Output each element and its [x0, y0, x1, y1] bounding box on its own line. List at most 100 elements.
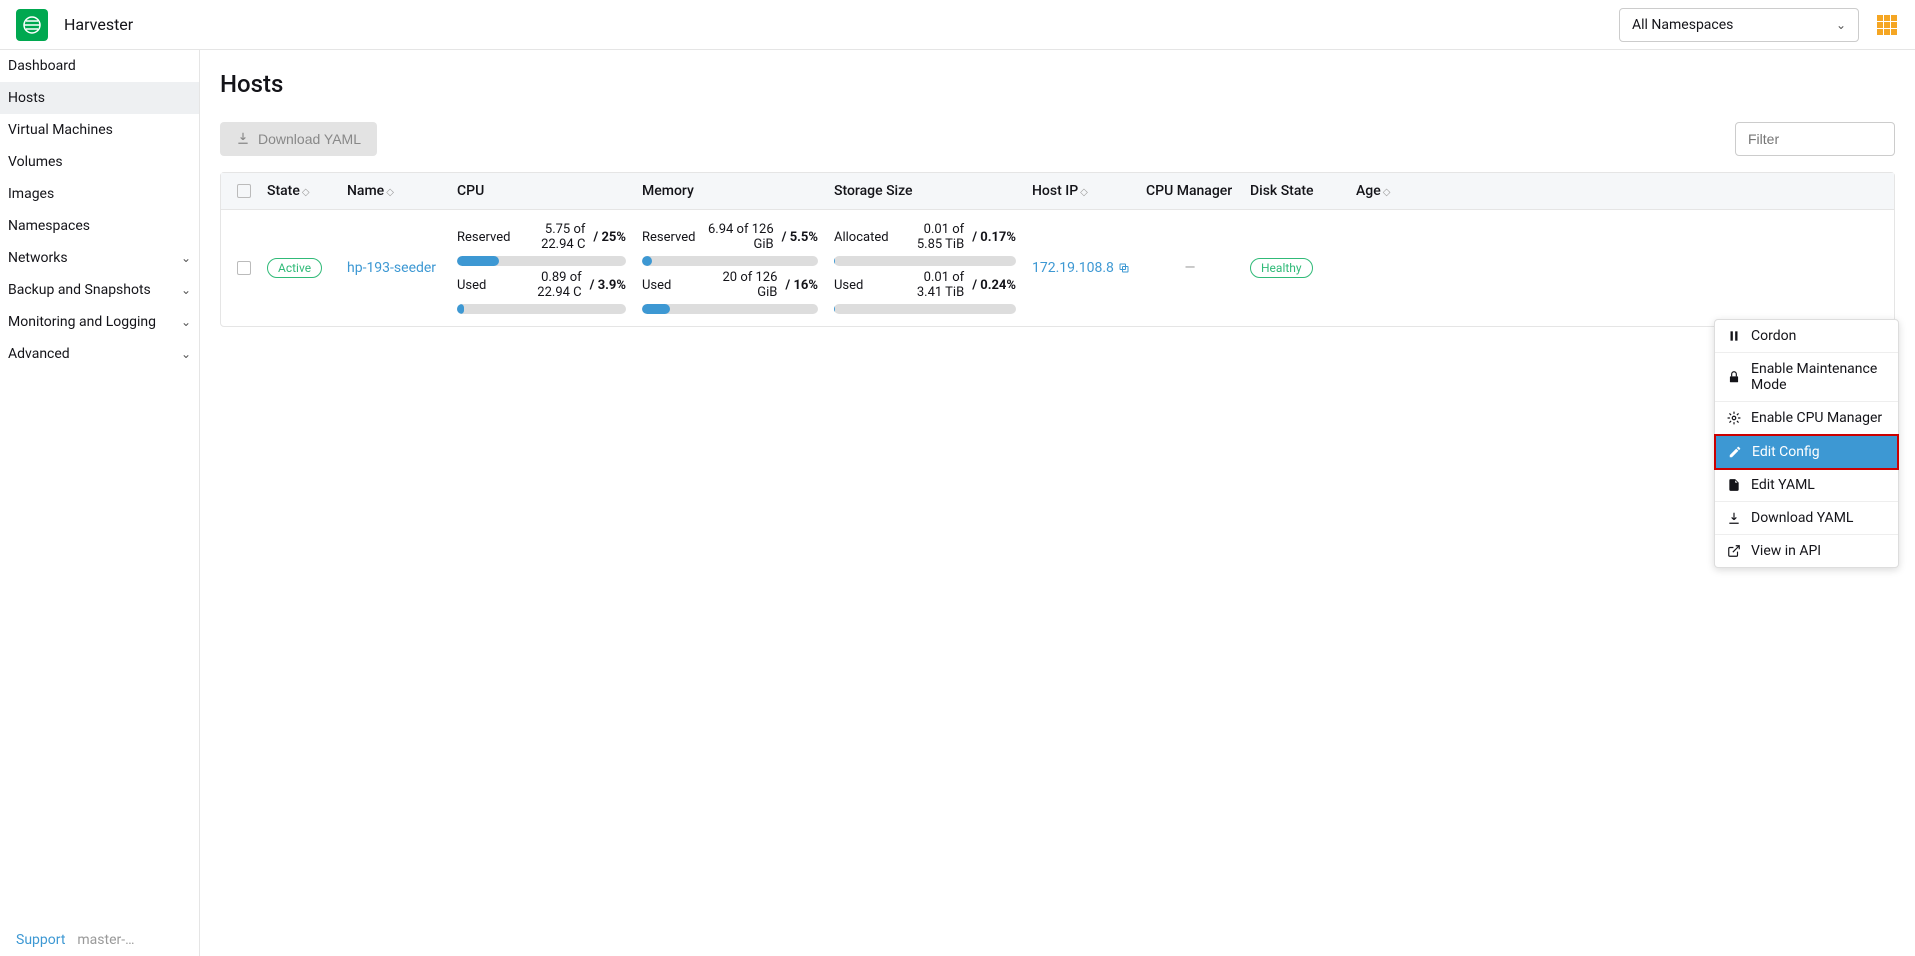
action-cordon[interactable]: Cordon [1715, 320, 1898, 353]
sidebar-item-label: Images [8, 186, 54, 202]
file-icon [1727, 478, 1741, 492]
storage-alloc-pct: / 0.17% [972, 230, 1016, 245]
sidebar-item-volumes[interactable]: Volumes [0, 146, 199, 178]
copy-icon[interactable] [1118, 262, 1130, 274]
cpu-reserved-bar [457, 256, 626, 266]
sidebar-item-label: Namespaces [8, 218, 90, 234]
nav: Dashboard Hosts Virtual Machines Volumes Ima… [0, 50, 199, 370]
state-badge: Active [267, 258, 322, 278]
mem-reserved-val: 6.94 of 126 GiB [704, 222, 778, 252]
filter-input[interactable] [1735, 122, 1895, 156]
cell-storage: Allocated 0.01 of 5.85 TiB / 0.17% Used … [826, 222, 1024, 314]
storage-alloc-bar [834, 256, 1016, 266]
sort-icon: ◇ [386, 187, 394, 198]
sidebar-item-monitoring-and-logging[interactable]: Monitoring and Logging ⌄ [0, 306, 199, 338]
pencil-icon [1728, 445, 1742, 459]
chevron-down-icon: ⌄ [181, 283, 191, 297]
action-enable-cpu-manager[interactable]: Enable CPU Manager [1715, 402, 1898, 435]
sidebar-item-virtual-machines[interactable]: Virtual Machines [0, 114, 199, 146]
logo[interactable] [16, 9, 48, 41]
action-edit-yaml[interactable]: Edit YAML [1715, 469, 1898, 502]
cell-disk-state: Healthy [1242, 258, 1348, 278]
mem-used-val: 20 of 126 GiB [704, 270, 781, 300]
pause-icon [1727, 329, 1741, 343]
th-disk-state[interactable]: Disk State [1242, 183, 1348, 199]
th-storage[interactable]: Storage Size [826, 183, 1024, 199]
cpu-used-label: Used [457, 278, 515, 293]
action-download-yaml[interactable]: Download YAML [1715, 502, 1898, 535]
sidebar-item-networks[interactable]: Networks⌄ [0, 242, 199, 274]
action-label: Edit YAML [1751, 477, 1815, 493]
app-menu-icon[interactable] [1875, 13, 1899, 37]
select-all-checkbox[interactable] [237, 184, 251, 198]
chevron-down-icon: ⌄ [181, 251, 191, 265]
row-checkbox[interactable] [237, 261, 251, 275]
action-edit-config[interactable]: Edit Config [1714, 434, 1899, 470]
toolbar: Download YAML [220, 122, 1895, 156]
sidebar-item-dashboard[interactable]: Dashboard [0, 50, 199, 82]
host-ip-link[interactable]: 172.19.108.8 [1032, 260, 1130, 276]
sidebar-item-label: Backup and Snapshots [8, 282, 151, 298]
mem-used-label: Used [642, 278, 700, 293]
cpu-used-bar [457, 304, 626, 314]
hosts-table: State◇ Name◇ CPU Memory Storage Size Hos… [220, 172, 1895, 327]
cpu-used-pct: / 3.9% [590, 278, 626, 293]
sidebar-item-namespaces[interactable]: Namespaces [0, 210, 199, 242]
sidebar-item-advanced[interactable]: Advanced⌄ [0, 338, 199, 370]
support-link[interactable]: Support [16, 932, 65, 948]
sidebar-item-label: Dashboard [8, 58, 76, 74]
mem-used-pct: / 16% [785, 278, 818, 293]
header-right: All Namespaces ⌄ [1619, 8, 1899, 42]
namespace-select[interactable]: All Namespaces ⌄ [1619, 8, 1859, 42]
sidebar-item-label: Hosts [8, 90, 45, 106]
row-action-menu: Cordon Enable Maintenance Mode Enable CPU … [1714, 319, 1899, 568]
storage-used-label: Used [834, 278, 892, 293]
action-label: Enable CPU Manager [1751, 410, 1882, 426]
sidebar-item-backup-and-snapshots[interactable]: Backup and Snapshots ⌄ [0, 274, 199, 306]
action-enable-maintenance-mode[interactable]: Enable Maintenance Mode [1715, 353, 1898, 402]
lock-icon [1727, 370, 1741, 384]
storage-used-pct: / 0.24% [972, 278, 1016, 293]
th-memory[interactable]: Memory [634, 183, 826, 199]
harvester-logo-icon [20, 15, 44, 35]
external-icon [1727, 544, 1741, 558]
header-left: Harvester [16, 9, 133, 41]
mem-reserved-pct: / 5.5% [782, 230, 818, 245]
action-view-in-api[interactable]: View in API [1715, 535, 1898, 567]
action-label: Cordon [1751, 328, 1796, 344]
sidebar-item-label: Advanced [8, 346, 70, 362]
th-cpu-manager[interactable]: CPU Manager [1138, 183, 1242, 199]
table-header: State◇ Name◇ CPU Memory Storage Size Hos… [221, 173, 1894, 210]
th-age[interactable]: Age◇ [1348, 183, 1438, 199]
sidebar-item-label: Monitoring and Logging [8, 314, 156, 330]
th-host-ip[interactable]: Host IP◇ [1024, 183, 1138, 199]
storage-alloc-val: 0.01 of 5.85 TiB [896, 222, 968, 252]
sort-icon: ◇ [1383, 187, 1391, 198]
th-cpu[interactable]: CPU [449, 183, 634, 199]
host-name-link[interactable]: hp-193-seeder [347, 260, 436, 276]
storage-alloc-label: Allocated [834, 230, 892, 245]
cell-name: hp-193-seeder [339, 260, 449, 276]
th-state[interactable]: State◇ [259, 183, 339, 199]
sidebar: Dashboard Hosts Virtual Machines Volumes Ima… [0, 50, 200, 956]
chevron-down-icon: ⌄ [1836, 18, 1846, 32]
chevron-down-icon: ⌄ [181, 315, 191, 329]
action-label: Enable Maintenance Mode [1751, 361, 1886, 393]
cell-state: Active [259, 258, 339, 278]
cpu-used-val: 0.89 of 22.94 C [519, 270, 586, 300]
cell-cpu: Reserved 5.75 of 22.94 C / 25% Used 0.89… [449, 222, 634, 314]
storage-used-bar [834, 304, 1016, 314]
brand-name: Harvester [64, 15, 133, 34]
mem-reserved-label: Reserved [642, 230, 700, 245]
sidebar-item-label: Volumes [8, 154, 63, 170]
cpu-reserved-val: 5.75 of 22.94 C [519, 222, 589, 252]
cell-host-ip: 172.19.108.8 [1024, 260, 1138, 276]
sidebar-item-images[interactable]: Images [0, 178, 199, 210]
th-name[interactable]: Name◇ [339, 183, 449, 199]
sidebar-item-hosts[interactable]: Hosts [0, 82, 199, 114]
main-content: Hosts Download YAML State◇ Name◇ CPU Mem… [200, 50, 1915, 956]
namespace-selected-label: All Namespaces [1632, 17, 1733, 33]
version-label: master-… [77, 932, 134, 948]
sidebar-item-label: Virtual Machines [8, 122, 113, 138]
download-yaml-button[interactable]: Download YAML [220, 122, 377, 156]
